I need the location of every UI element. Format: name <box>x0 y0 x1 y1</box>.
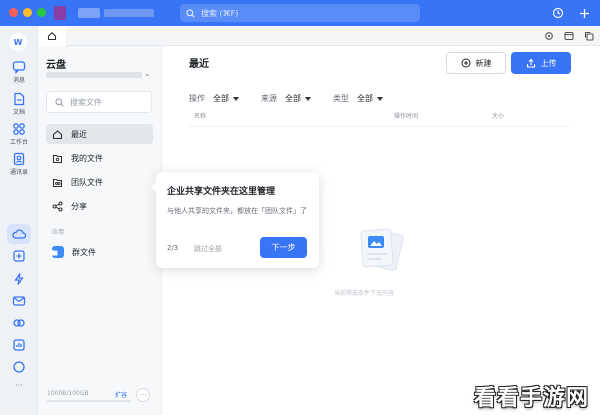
onboarding-popover: 企业共享文件夹在这里管理 与他人共享的文件夹，都放在「团队文件」了 2/3 跳过… <box>151 172 319 268</box>
close-window-button[interactable] <box>9 8 18 17</box>
column-name[interactable]: 名称 <box>194 111 206 120</box>
chart-icon[interactable] <box>12 338 26 352</box>
rail-item-docs[interactable]: 文档 <box>0 92 38 116</box>
workspace-name-blurred <box>46 72 142 78</box>
sidebar-item-share[interactable]: 分享 <box>46 196 153 216</box>
storage-usage: 1000B/100GB <box>47 390 89 397</box>
rail-tool-cloud[interactable] <box>7 224 31 244</box>
popover-arrow <box>151 182 156 192</box>
history-icon[interactable] <box>550 5 566 21</box>
lightning-icon[interactable] <box>12 272 26 286</box>
account-name-blurred <box>78 8 100 18</box>
upload-icon <box>526 58 535 68</box>
filter-type[interactable]: 类型 全部 <box>333 93 383 104</box>
table-header-divider <box>189 126 569 127</box>
sidebar-item-recent[interactable]: 最近 <box>46 124 153 144</box>
global-search-input[interactable]: 搜索 (⌘F) <box>180 4 420 22</box>
empty-state-text: 当前筛选条件下无内容 <box>334 290 395 297</box>
team-file-icon <box>52 178 63 187</box>
contacts-icon <box>13 152 25 166</box>
cloud-icon <box>12 229 26 239</box>
sidebar-item-group-files[interactable]: 群文件 <box>46 242 153 262</box>
rail-more-button[interactable]: ··· <box>12 381 26 395</box>
site-watermark: 看看手游网 <box>474 386 590 411</box>
upload-button[interactable]: 上传 <box>511 52 571 74</box>
storage-footer: 1000B/100GB 扩容 ··· <box>38 384 162 415</box>
caret-down-icon <box>305 96 311 101</box>
app-rail: W 消息 文档 工作台 通讯录 ··· <box>0 26 38 415</box>
filter-operation[interactable]: 操作 全部 <box>189 93 239 104</box>
filter-source[interactable]: 来源 全部 <box>261 93 311 104</box>
rail-item-messages[interactable]: 消息 <box>0 60 38 84</box>
chat-icon <box>12 61 26 74</box>
org-name-blurred <box>104 9 154 17</box>
user-avatar[interactable] <box>54 6 66 20</box>
org-logo[interactable]: W <box>9 33 27 51</box>
empty-state-illustration <box>360 228 404 271</box>
window-icon[interactable] <box>562 29 576 43</box>
home-icon <box>52 129 63 139</box>
plus-icon[interactable] <box>576 5 592 21</box>
plus-circle-icon <box>461 58 470 68</box>
expand-storage-link[interactable]: 扩容 <box>115 390 127 399</box>
title-bar: 搜索 (⌘F) <box>0 0 600 26</box>
new-button[interactable]: 新建 <box>446 52 506 74</box>
copy-icon[interactable] <box>582 29 596 43</box>
document-icon <box>14 92 25 106</box>
maximize-window-button[interactable] <box>37 8 46 17</box>
tab-home[interactable] <box>38 26 66 46</box>
plus-square-icon[interactable] <box>12 249 26 263</box>
caret-down-icon <box>377 96 383 101</box>
sidebar-title: 云盘 <box>46 60 66 71</box>
box-icon[interactable] <box>12 360 26 374</box>
popover-body: 与他人共享的文件夹，都放在「团队文件」了 <box>167 207 307 215</box>
share-icon <box>52 201 63 211</box>
drive-sidebar: 云盘 ⌄ 搜索文件 最近 我的文件 团队文件 分享 应用 群文件 1000B/1… <box>38 46 162 415</box>
caret-down-icon <box>233 96 239 101</box>
rail-item-contacts[interactable]: 通讯录 <box>0 152 38 176</box>
page-title: 最近 <box>189 59 209 70</box>
grid-icon <box>13 123 25 135</box>
tab-strip <box>38 26 600 46</box>
sidebar-item-team-files[interactable]: 团队文件 <box>46 172 153 192</box>
search-icon <box>55 97 64 107</box>
storage-usage-bar <box>47 400 131 402</box>
skip-all-button[interactable]: 跳过全部 <box>194 244 222 254</box>
column-operation-time[interactable]: 操作时间 <box>394 111 418 120</box>
minimize-window-button[interactable] <box>23 8 32 17</box>
file-search-input[interactable]: 搜索文件 <box>46 91 152 113</box>
sidebar-item-my-files[interactable]: 我的文件 <box>46 148 153 168</box>
file-search-placeholder: 搜索文件 <box>70 97 102 107</box>
my-file-icon <box>52 154 63 163</box>
next-step-button[interactable]: 下一步 <box>260 237 307 258</box>
search-icon <box>186 8 195 18</box>
global-search-placeholder: 搜索 (⌘F) <box>201 8 239 18</box>
popover-step-counter: 2/3 <box>167 244 179 252</box>
workspace-switch-icon[interactable]: ⌄ <box>144 69 151 78</box>
sidebar-more-button[interactable]: ··· <box>136 388 150 402</box>
group-file-icon <box>50 246 64 258</box>
home-icon <box>47 32 57 41</box>
settings-icon[interactable] <box>542 29 556 43</box>
popover-title: 企业共享文件夹在这里管理 <box>167 187 276 197</box>
link-icon[interactable] <box>12 316 26 330</box>
sidebar-section-apps: 应用 <box>52 229 65 236</box>
column-size[interactable]: 大小 <box>492 111 504 120</box>
rail-item-workbench[interactable]: 工作台 <box>0 122 38 146</box>
mail-icon[interactable] <box>12 294 26 308</box>
